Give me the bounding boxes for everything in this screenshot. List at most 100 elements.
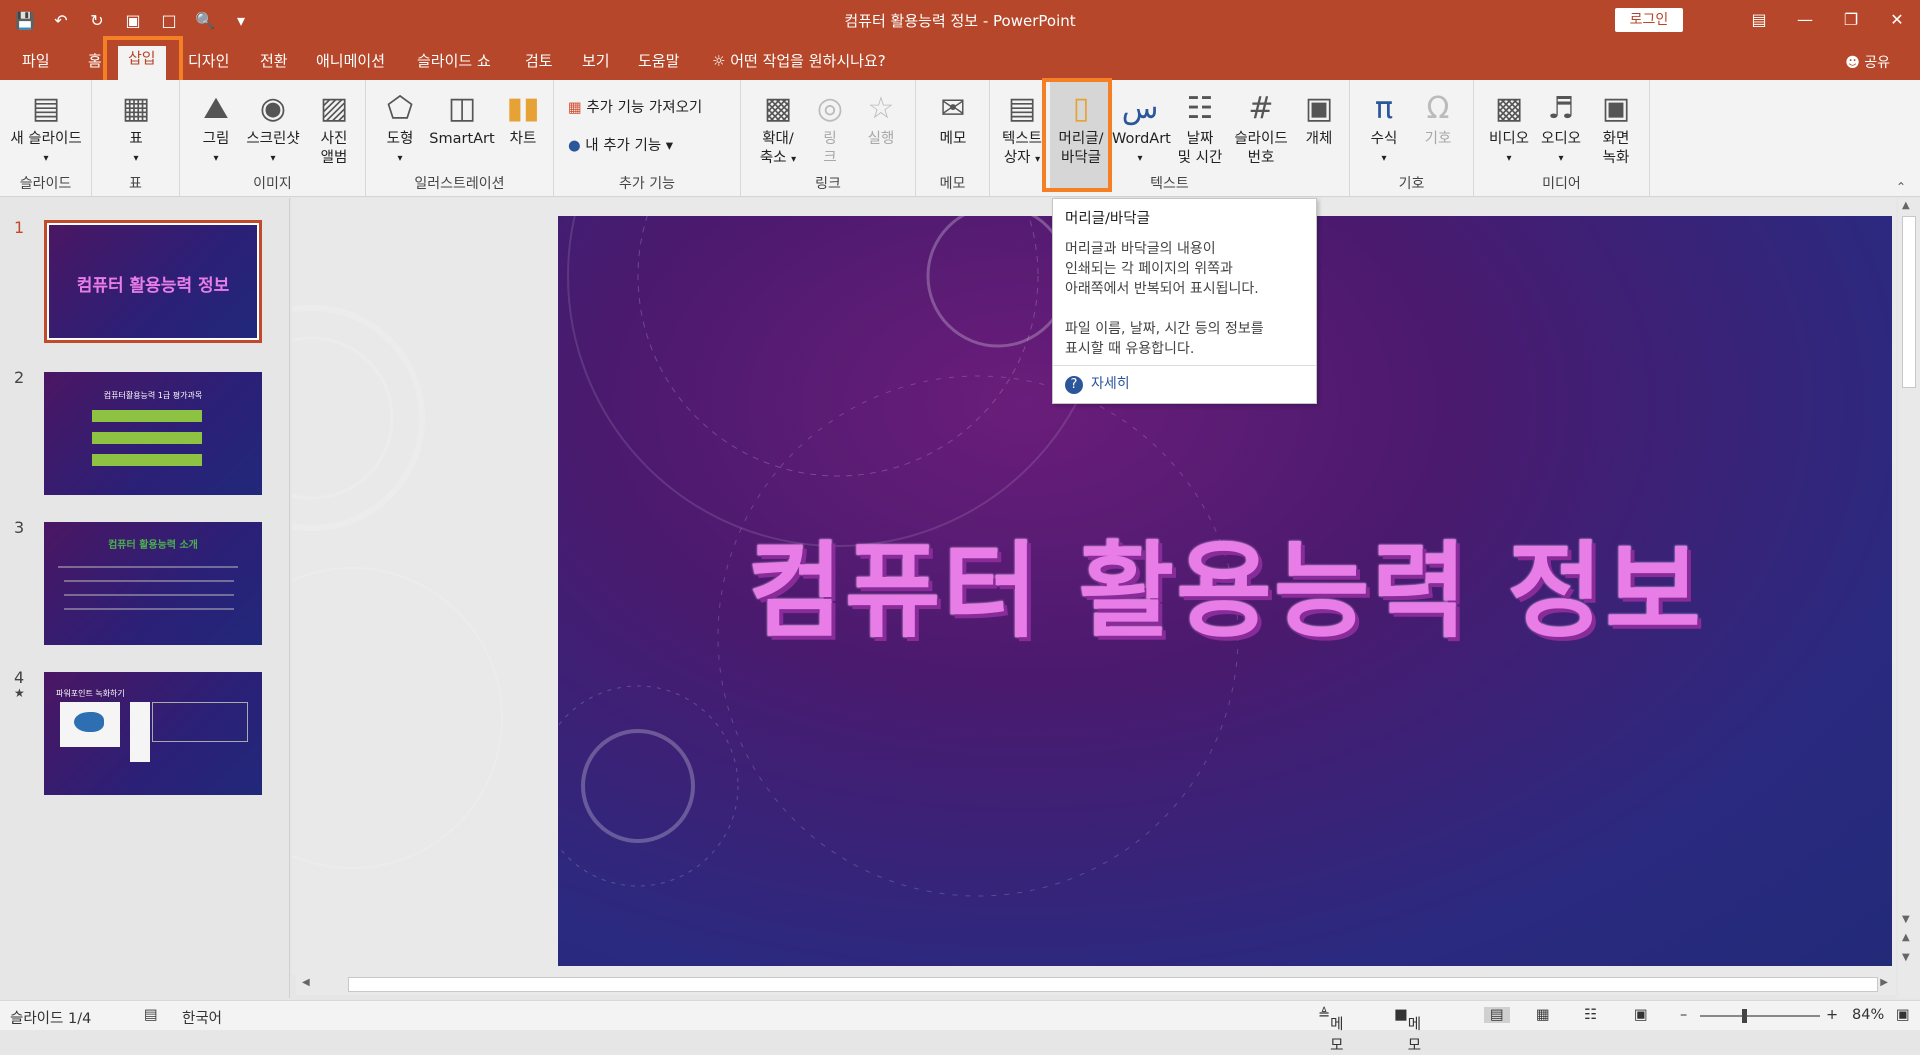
comment-button[interactable]: ✉ 메모 <box>926 88 980 149</box>
smartart-button[interactable]: ◫ SmartArt <box>424 88 500 149</box>
zoom-in-icon[interactable]: + <box>1826 1007 1838 1023</box>
horizontal-scrollbar[interactable]: ◀ ▶ <box>296 975 1896 995</box>
shapes-button[interactable]: ⬠ 도형 ▾ <box>378 88 422 168</box>
tooltip-line: 아래쪽에서 반복되어 표시됩니다. <box>1065 281 1259 297</box>
person-icon: ☻ <box>1845 55 1865 71</box>
slide-title[interactable]: 컴퓨터 활용능력 정보 <box>558 506 1892 657</box>
tab-insert[interactable]: 삽입 <box>118 46 166 80</box>
thumb-number: 2 <box>14 368 25 387</box>
group-tables: ▦ 표 ▾ 표 <box>92 80 180 197</box>
thumb-text-line <box>64 594 234 596</box>
picture-button[interactable]: ⛰ 그림 ▾ <box>192 88 240 168</box>
symbol-button[interactable]: Ω 기호 <box>1412 88 1464 149</box>
group-links: ▩ 확대/ 축소 ▾ ◎ 링 크 ☆ 실행 링크 <box>741 80 916 197</box>
zoom-slider[interactable] <box>1700 1009 1820 1023</box>
restore-icon[interactable]: ❐ <box>1828 0 1874 40</box>
header-footer-tooltip: 머리글/바닥글 머리글과 바닥글의 내용이 인쇄되는 각 페이지의 위쪽과 아래… <box>1052 198 1317 404</box>
slide-thumbnails-panel[interactable]: 1 컴퓨터 활용능력 정보 2 컴퓨터활용능력 1급 평가과목 3 컴퓨터 활용… <box>0 198 290 998</box>
slide-thumbnail-4[interactable]: 파워포인트 녹화하기 <box>44 672 262 795</box>
normal-view-icon[interactable]: ▤ <box>1484 1007 1510 1023</box>
photo-album-button[interactable]: ▨ 사진 앨범 <box>306 88 362 168</box>
photo-album-icon: ▨ <box>319 91 349 126</box>
window-controls: ▤ — ❐ ✕ <box>1736 0 1920 40</box>
date-time-button[interactable]: ☷ 날짜 및 시간 <box>1170 88 1230 168</box>
tab-file[interactable]: 파일 <box>22 50 50 71</box>
new-icon[interactable]: □ <box>158 11 180 30</box>
zoom-level[interactable]: 84% <box>1852 1007 1884 1023</box>
zoom-out-icon[interactable]: – <box>1680 1007 1687 1023</box>
next-slide-icon[interactable]: ▼ <box>1902 952 1910 963</box>
close-icon[interactable]: ✕ <box>1874 0 1920 40</box>
slide-thumbnail-1[interactable]: 컴퓨터 활용능력 정보 <box>44 220 262 343</box>
star-icon: ☆ <box>867 91 895 126</box>
present-icon[interactable]: ▣ <box>122 11 144 30</box>
scroll-left-icon[interactable]: ◀ <box>302 977 310 988</box>
audio-button[interactable]: ♬ 오디오 ▾ <box>1536 88 1586 168</box>
redo-icon[interactable]: ↻ <box>86 11 108 30</box>
customize-icon[interactable]: ▾ <box>230 11 252 30</box>
tab-slideshow[interactable]: 슬라이드 쇼 <box>417 50 491 71</box>
login-button[interactable]: 로그인 <box>1615 8 1683 32</box>
action-button[interactable]: ☆ 실행 <box>853 88 909 149</box>
get-addins-button[interactable]: ▦ 추가 기능 가져오기 <box>568 96 702 117</box>
tooltip-title: 머리글/바닥글 <box>1065 211 1150 227</box>
tab-animations[interactable]: 애니메이션 <box>316 50 385 71</box>
camera-icon: ◉ <box>259 91 287 126</box>
previous-slide-icon[interactable]: ▲ <box>1902 932 1910 943</box>
chart-button[interactable]: ▮▮ 차트 <box>500 88 546 149</box>
slide-thumbnail-2[interactable]: 컴퓨터활용능력 1급 평가과목 <box>44 372 262 495</box>
tab-help[interactable]: 도움말 <box>638 50 679 71</box>
scroll-down-icon[interactable]: ▼ <box>1902 914 1910 925</box>
fit-slide-icon[interactable]: ▣ <box>1896 1007 1910 1023</box>
table-button[interactable]: ▦ 표 ▾ <box>112 88 160 168</box>
tab-design[interactable]: 디자인 <box>188 50 229 71</box>
share-button[interactable]: ☻ 공유 <box>1845 52 1890 72</box>
link-button[interactable]: ◎ 링 크 <box>807 88 853 168</box>
slideshow-view-icon[interactable]: ▣ <box>1634 1007 1648 1023</box>
video-button[interactable]: ▩ 비디오 ▾ <box>1484 88 1534 168</box>
bar-chart-icon: ▮▮ <box>506 91 540 126</box>
lightbulb-icon: ☼ <box>712 52 731 70</box>
my-addins-button[interactable]: ● 내 추가 기능 ▾ <box>568 134 673 155</box>
store-icon: ▦ <box>568 100 587 116</box>
slide-thumbnail-3[interactable]: 컴퓨터 활용능력 소개 <box>44 522 262 645</box>
save-icon[interactable]: 💾 <box>14 11 36 30</box>
comments-button[interactable]: ■ 메모 <box>1394 1007 1421 1054</box>
tab-review[interactable]: 검토 <box>525 50 553 71</box>
language[interactable]: 한국어 <box>182 1007 222 1028</box>
ribbon-display-icon[interactable]: ▤ <box>1736 0 1782 40</box>
slide-number-button[interactable]: # 슬라이드 번호 <box>1228 88 1294 168</box>
collapse-ribbon-icon[interactable]: ⌃ <box>1896 180 1906 194</box>
scroll-right-icon[interactable]: ▶ <box>1880 977 1888 988</box>
slide-sorter-icon[interactable]: ▦ <box>1536 1007 1550 1023</box>
tab-view[interactable]: 보기 <box>582 50 610 71</box>
notes-button[interactable]: ≜ 메모 <box>1318 1007 1344 1054</box>
animation-star-icon: ★ <box>14 686 25 700</box>
thumb-number: 3 <box>14 518 25 537</box>
zoom-slider-thumb[interactable] <box>1742 1009 1747 1023</box>
thumb-text-line <box>58 566 238 568</box>
equation-button[interactable]: π 수식 ▾ <box>1358 88 1410 168</box>
tab-transitions[interactable]: 전환 <box>260 50 288 71</box>
group-media: ▩ 비디오 ▾ ♬ 오디오 ▾ ▣ 화면 녹화 미디어 <box>1474 80 1650 197</box>
object-button[interactable]: ▣ 개체 <box>1294 88 1344 149</box>
wordart-button[interactable]: س WordArt ▾ <box>1112 88 1171 168</box>
tell-me-more-link[interactable]: ? 자세히 <box>1053 365 1316 403</box>
screenshot-button[interactable]: ◉ 스크린샷 ▾ <box>240 88 306 168</box>
screen-recording-button[interactable]: ▣ 화면 녹화 <box>1588 88 1644 168</box>
tab-home[interactable]: 홈 <box>88 50 102 71</box>
tell-me-search[interactable]: ☼ 어떤 작업을 원하시나요? <box>712 50 886 71</box>
new-slide-button[interactable]: ▤ 새 슬라이드 ▾ <box>6 88 86 168</box>
minimize-icon[interactable]: — <box>1782 0 1828 40</box>
zoom-button[interactable]: ▩ 확대/ 축소 ▾ <box>749 88 807 169</box>
hscroll-thumb[interactable] <box>348 977 1878 992</box>
scroll-up-icon[interactable]: ▲ <box>1902 200 1910 211</box>
scroll-thumb[interactable] <box>1902 216 1916 388</box>
preview-icon[interactable]: 🔍 <box>194 11 216 30</box>
vertical-scrollbar[interactable]: ▲ ▼ ▲ ▼ <box>1898 198 1920 998</box>
undo-icon[interactable]: ↶ <box>50 11 72 30</box>
thumb-arrow-item <box>92 410 202 422</box>
reading-view-icon[interactable]: ☷ <box>1584 1007 1597 1023</box>
textbox-button[interactable]: ▤ 텍스트 상자 ▾ <box>998 88 1046 169</box>
spellcheck-icon[interactable]: ▤ <box>144 1007 158 1023</box>
